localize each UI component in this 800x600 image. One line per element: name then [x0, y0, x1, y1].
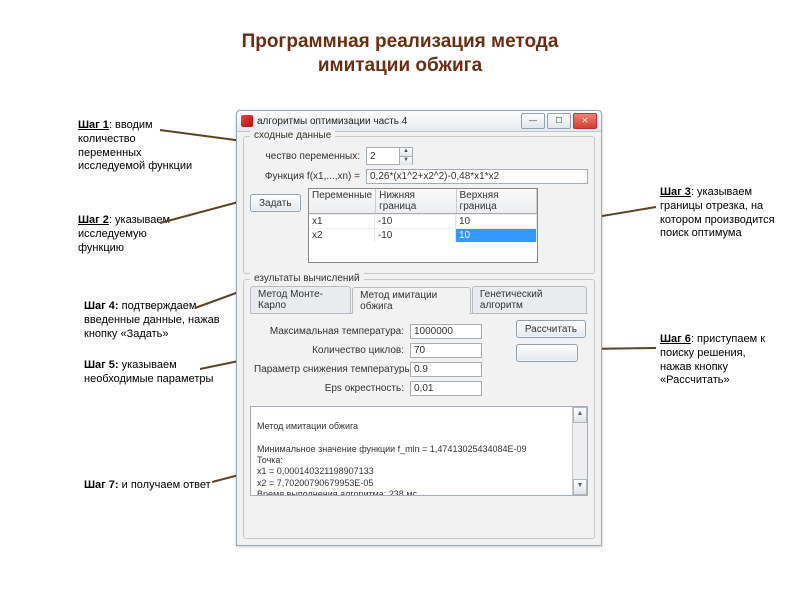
- app-window: алгоритмы оптимизации часть 4 — ☐ ✕ сход…: [236, 110, 602, 546]
- output-text: Метод имитации обжига Минимальное значен…: [257, 421, 527, 496]
- window-title: алгоритмы оптимизации часть 4: [257, 116, 407, 127]
- annot-step6: Шаг 6: приступаем к поиску решения, нажа…: [660, 333, 780, 388]
- vars-label: чество переменных:: [250, 151, 360, 162]
- spin-down-icon[interactable]: ▼: [399, 157, 412, 165]
- cell-high: 10: [456, 214, 537, 228]
- cell-var: x2: [309, 228, 375, 242]
- cell-var: x1: [309, 214, 375, 228]
- titlebar[interactable]: алгоритмы оптимизации часть 4 — ☐ ✕: [237, 111, 601, 132]
- secondary-button[interactable]: [516, 344, 578, 362]
- slide-title-line1: Программная реализация метода: [242, 31, 559, 52]
- minimize-button[interactable]: —: [521, 113, 545, 129]
- step7-bold: Шаг 7:: [84, 479, 119, 491]
- step1-bold: Шаг 1: [78, 119, 109, 131]
- input-group-title: сходные данные: [250, 130, 335, 141]
- spin-up-icon[interactable]: ▲: [399, 148, 412, 157]
- scroll-down-icon[interactable]: ▼: [573, 479, 587, 495]
- tab-annealing[interactable]: Метод имитации обжига: [352, 287, 471, 314]
- app-icon: [241, 115, 253, 127]
- func-label: Функция f(x1,...,xn) =: [250, 171, 360, 182]
- cell-high-selected: 10: [456, 228, 537, 242]
- results-group-title: езультаты вычислений: [250, 273, 364, 284]
- annot-step4: Шаг 4: подтверждаем введенные данные, на…: [84, 300, 232, 341]
- annot-step2: Шаг 2: указываем исследуемую функцию: [78, 214, 188, 255]
- results-group: езультаты вычислений Метод Монте-Карло М…: [243, 279, 595, 539]
- tab-monte-carlo[interactable]: Метод Монте-Карло: [250, 286, 351, 313]
- max-temp-input[interactable]: 1000000: [410, 324, 482, 339]
- func-input[interactable]: 0,26*(x1^2+x2^2)-0,48*x1*x2: [366, 169, 588, 184]
- calculate-button[interactable]: Рассчитать: [516, 320, 586, 338]
- annot-step3: Шаг 3: указываем границы отрезка, на кот…: [660, 186, 790, 241]
- step5-bold: Шаг 5:: [84, 359, 119, 371]
- step2-bold: Шаг 2: [78, 214, 109, 226]
- decay-label: Параметр снижения температуры:: [254, 364, 404, 375]
- eps-input[interactable]: 0,01: [410, 381, 482, 396]
- scrollbar[interactable]: ▲ ▼: [572, 407, 587, 495]
- set-button[interactable]: Задать: [250, 194, 301, 212]
- slide-title: Программная реализация метода имитации о…: [0, 30, 800, 78]
- close-button[interactable]: ✕: [573, 113, 597, 129]
- cell-low: -10: [375, 228, 456, 242]
- annot-step1: Шаг 1: вводим количество переменных иссл…: [78, 119, 198, 174]
- annot-step7: Шаг 7: и получаем ответ: [84, 479, 244, 493]
- scroll-up-icon[interactable]: ▲: [573, 407, 587, 423]
- eps-label: Eps окрестность:: [254, 383, 404, 394]
- cell-low: -10: [375, 214, 456, 228]
- tab-genetic[interactable]: Генетический алгоритм: [472, 286, 587, 313]
- step3-bold: Шаг 3: [660, 186, 691, 198]
- step4-bold: Шаг 4:: [84, 300, 119, 312]
- output-textarea[interactable]: Метод имитации обжига Минимальное значен…: [250, 406, 588, 496]
- vars-value: 2: [367, 151, 399, 162]
- maximize-button[interactable]: ☐: [547, 113, 571, 129]
- step7-text: и получаем ответ: [119, 479, 211, 491]
- cycles-input[interactable]: 70: [410, 343, 482, 358]
- bounds-grid[interactable]: Переменные Нижняя граница Верхняя границ…: [308, 188, 538, 263]
- vars-spinner[interactable]: 2 ▲ ▼: [366, 147, 413, 165]
- table-row[interactable]: x2 -10 10: [309, 228, 537, 242]
- max-temp-label: Максимальная температура:: [254, 326, 404, 337]
- cycles-label: Количество циклов:: [254, 345, 404, 356]
- table-row[interactable]: x1 -10 10: [309, 214, 537, 228]
- grid-header-high: Верхняя граница: [457, 189, 537, 213]
- step6-bold: Шаг 6: [660, 333, 691, 345]
- decay-input[interactable]: 0.9: [410, 362, 482, 377]
- tabs: Метод Монте-Карло Метод имитации обжига …: [250, 286, 588, 314]
- slide-title-line2: имитации обжига: [318, 55, 482, 76]
- grid-header-var: Переменные: [309, 189, 376, 213]
- annot-step5: Шаг 5: указываем необходимые параметры: [84, 359, 232, 387]
- input-group: сходные данные чество переменных: 2 ▲ ▼ …: [243, 136, 595, 274]
- grid-header-low: Нижняя граница: [376, 189, 456, 213]
